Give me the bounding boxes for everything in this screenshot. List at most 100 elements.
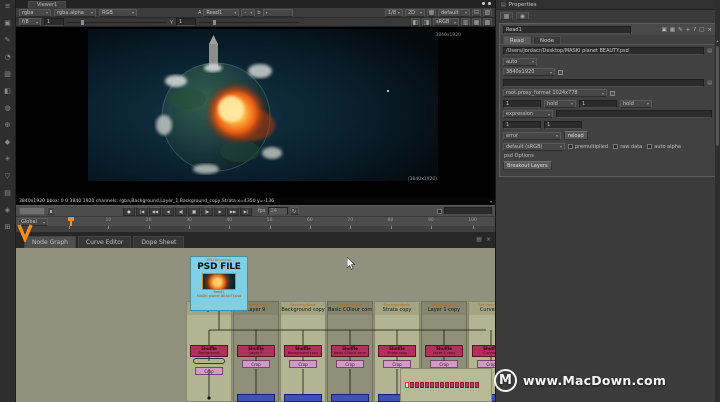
toolbox-icon[interactable]: ▤: [4, 189, 11, 197]
toolbox-icon[interactable]: ◍: [4, 104, 10, 112]
mini-node[interactable]: [460, 382, 464, 388]
reload-button[interactable]: reload: [564, 131, 588, 140]
mini-node[interactable]: [445, 382, 449, 388]
safe-zone-icon[interactable]: ▦: [472, 18, 481, 26]
camera-icon[interactable]: ▦: [427, 9, 436, 17]
premult-node[interactable]: [237, 394, 275, 402]
crop-node[interactable]: Crop: [383, 360, 411, 368]
tab-viewer1[interactable]: Viewer1: [28, 1, 66, 8]
transport-button[interactable]: |▶: [201, 207, 213, 216]
fstop-toggle[interactable]: f/8: [19, 18, 41, 26]
toolbox-icon[interactable]: ◔: [4, 53, 10, 61]
shuffle-node[interactable]: Shuffle Basic COlour corre: [331, 345, 369, 357]
toolbox-icon[interactable]: ⊞: [5, 223, 11, 231]
colorspace-select[interactable]: default (sRGB): [503, 143, 565, 151]
downrez-select[interactable]: 1/8: [385, 9, 403, 17]
transport-button[interactable]: ▶: [214, 207, 226, 216]
crop-node[interactable]: Crop: [430, 360, 458, 368]
shuffle-node[interactable]: Shuffle Layer 9: [237, 345, 275, 357]
folder-icon[interactable]: ▤: [707, 48, 712, 54]
panel-menu-icon[interactable]: ▤: [476, 236, 482, 243]
playhead[interactable]: [70, 217, 72, 226]
tab-node[interactable]: Node: [533, 36, 561, 44]
shuffle-node[interactable]: Shuffle Background: [190, 345, 228, 357]
file-field[interactable]: /Users/jordacr/Desktop/MASKI planet BEAU…: [503, 47, 704, 55]
float-icon[interactable]: □: [699, 27, 704, 33]
frame-range-last-mode-select[interactable]: hold: [620, 100, 652, 108]
bin-grid-icon[interactable]: ▦: [500, 12, 513, 20]
gamma-value-field[interactable]: 1: [176, 18, 196, 26]
mini-node[interactable]: [435, 382, 439, 388]
tab-read[interactable]: Read: [503, 36, 531, 44]
mini-node[interactable]: [430, 382, 434, 388]
frame-range-first-field[interactable]: 1: [503, 100, 541, 108]
center-icon[interactable]: ▣: [662, 27, 667, 33]
mini-node[interactable]: [440, 382, 444, 388]
crop-node[interactable]: Crop: [242, 360, 270, 368]
node-graph-canvas[interactable]: BackdropNode Background BackdropNode Lay…: [16, 248, 495, 402]
shuffle-node[interactable]: Shuffle Strata copy: [378, 345, 416, 357]
read-node-thumbnail[interactable]: [202, 273, 236, 290]
close-icon[interactable]: ×: [707, 27, 712, 33]
transport-button[interactable]: ◀◀: [149, 207, 161, 216]
original-range-last-field[interactable]: 1: [544, 121, 582, 129]
layer-select[interactable]: rgba: [19, 9, 51, 17]
shuffle-node[interactable]: Shuffle Curves 2: [472, 345, 495, 357]
original-range-first-field[interactable]: 1: [503, 121, 541, 129]
viewer-lut-select[interactable]: sRGB: [433, 18, 459, 26]
current-frame-field[interactable]: [19, 207, 45, 215]
proxy-icon[interactable]: ▨: [483, 9, 492, 17]
toolbox-icon[interactable]: ◆: [5, 138, 10, 146]
toolbox-icon[interactable]: ▣: [4, 19, 11, 27]
scrollbar-handle[interactable]: [716, 46, 719, 146]
info-scroll-icon[interactable]: ▾: [490, 199, 492, 204]
frame-range-first-mode-select[interactable]: hold: [544, 100, 576, 108]
mini-node[interactable]: [450, 382, 454, 388]
crop-node[interactable]: Crop: [289, 360, 317, 368]
crop-node[interactable]: Crop: [477, 360, 495, 368]
transport-button[interactable]: ▶▶: [227, 207, 239, 216]
frame-lock-icon[interactable]: ∎: [47, 207, 55, 215]
viewer-process-select[interactable]: default: [438, 9, 470, 17]
missing-frames-select[interactable]: error: [503, 132, 561, 140]
viewer-canvas[interactable]: 3840x1920 (3840x1920): [16, 27, 495, 198]
toolbox-icon[interactable]: ⊕: [5, 121, 11, 129]
panel-close-icon[interactable]: ×: [486, 236, 491, 243]
properties-scrollbar[interactable]: ▴: [715, 0, 720, 402]
gamma-slider[interactable]: [199, 20, 299, 25]
transport-button[interactable]: ●: [123, 207, 135, 216]
toolbox-icon[interactable]: ✎: [5, 36, 11, 44]
psd-read-backdrop[interactable]: PSD Backdrop PSD FILE Read1 MASKI planet…: [190, 256, 248, 311]
mini-node[interactable]: [470, 382, 474, 388]
frame-expression-field[interactable]: [556, 110, 712, 118]
add-knob-icon[interactable]: +: [686, 27, 691, 33]
mini-node[interactable]: [475, 382, 479, 388]
tab-curve-editor[interactable]: Curve Editor: [78, 236, 131, 248]
node-name-field[interactable]: Read1: [503, 26, 631, 34]
dot-node[interactable]: [193, 358, 225, 364]
frame-mode-select[interactable]: expression: [503, 110, 553, 118]
loop-icon[interactable]: ↻: [290, 207, 299, 215]
toolbox-icon[interactable]: ≡: [5, 2, 11, 10]
frame-range-last-field[interactable]: 1: [579, 100, 617, 108]
format-edit-icon[interactable]: [558, 70, 563, 75]
localization-select[interactable]: auto: [503, 58, 537, 66]
premult-node[interactable]: [284, 394, 322, 402]
mini-node[interactable]: [420, 382, 424, 388]
transport-button[interactable]: ■: [188, 207, 200, 216]
checkbox[interactable]: [647, 144, 652, 149]
crop-node[interactable]: Crop: [336, 360, 364, 368]
properties-menu-icon[interactable]: ▤: [501, 2, 506, 8]
tab-dope-sheet[interactable]: Dope Sheet: [133, 236, 184, 248]
bin-clear-icon[interactable]: ◉: [516, 12, 529, 20]
scrollbar-up-icon[interactable]: ▴: [715, 38, 720, 43]
checkbox[interactable]: [613, 144, 618, 149]
mini-node[interactable]: [415, 382, 419, 388]
fps-field[interactable]: 24: [268, 207, 288, 215]
toolbox-icon[interactable]: ✳: [5, 155, 11, 163]
input-a-select[interactable]: Read1: [203, 9, 239, 17]
gain-slider[interactable]: [67, 20, 167, 25]
proxy-format-edit-icon[interactable]: [610, 91, 615, 96]
zebra-icon[interactable]: ◨: [422, 18, 431, 26]
mask-overlay-icon[interactable]: ▥: [461, 18, 470, 26]
